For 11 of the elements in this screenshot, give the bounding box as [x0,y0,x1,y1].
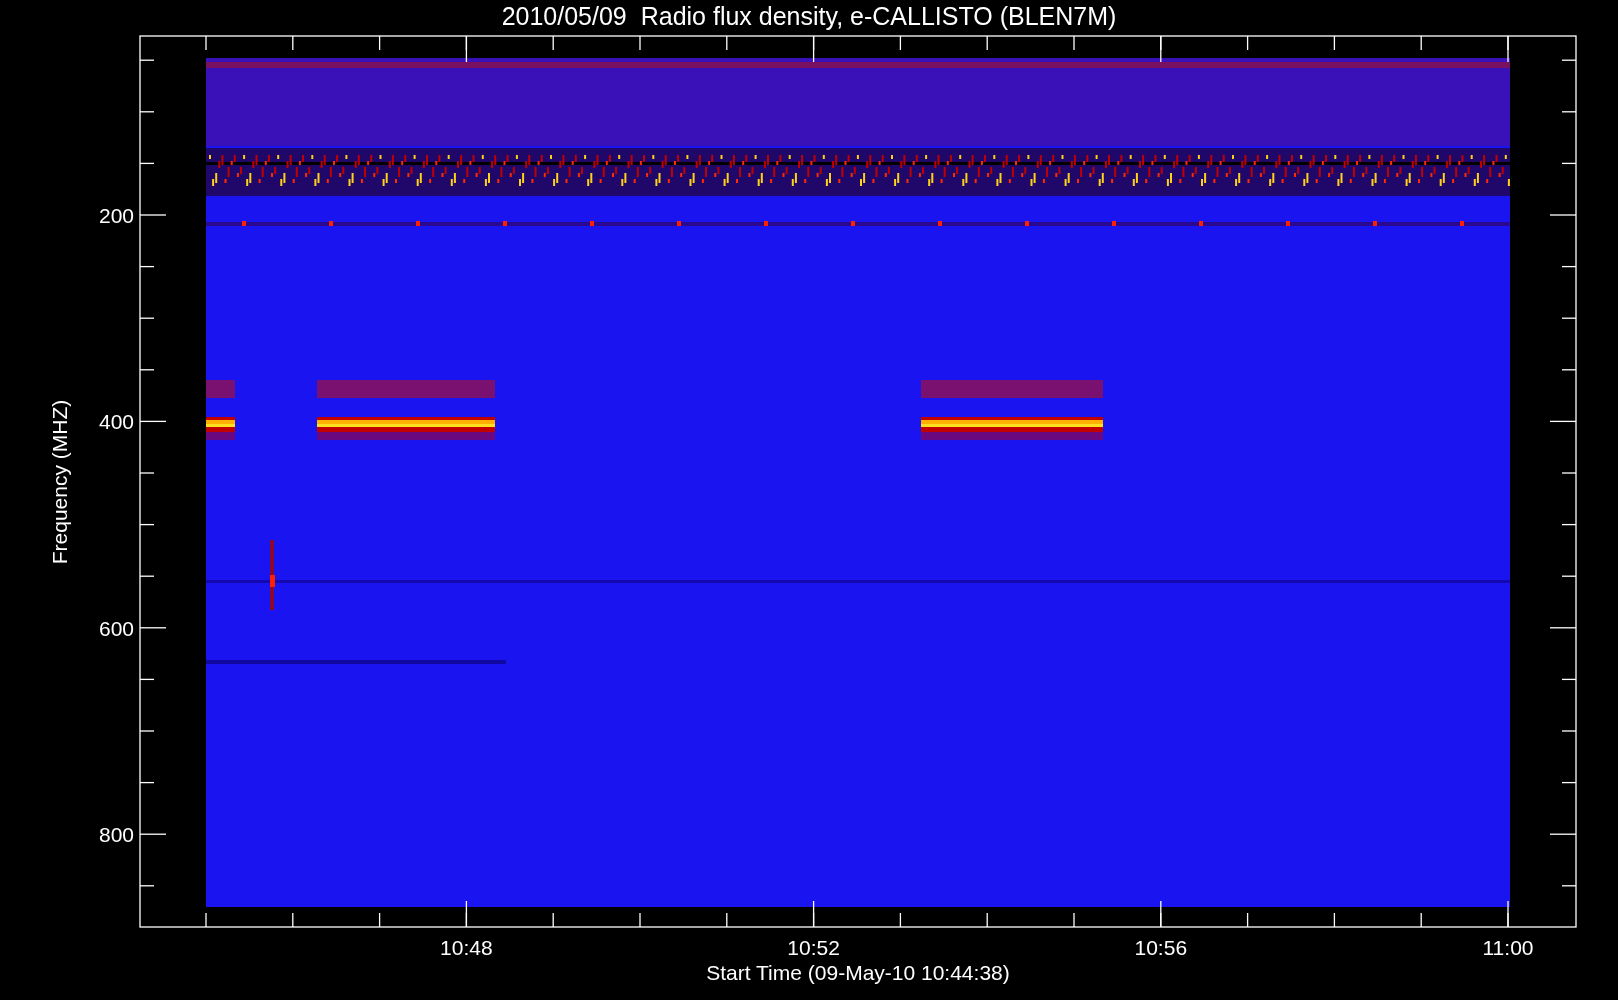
x-tick-label: 10:48 [440,936,493,959]
y-tick-label: 400 [98,410,134,434]
y-tick-label: 800 [98,823,134,847]
y-tick-label: 200 [98,204,134,227]
x-tick-label: 10:56 [1134,936,1188,959]
x-axis-label: Start Time (09-May-10 10:44:38) [706,961,1010,984]
x-tick-label: 10:52 [787,936,840,959]
y-axis-label: Frequency (MHZ) [48,399,71,565]
x-tick-label: 11:00 [1482,936,1534,959]
chart-title: 2010/05/09 Radio flux density, e-CALLISTO (BLEN7M) [501,2,1117,30]
y-tick-label: 600 [98,616,134,640]
